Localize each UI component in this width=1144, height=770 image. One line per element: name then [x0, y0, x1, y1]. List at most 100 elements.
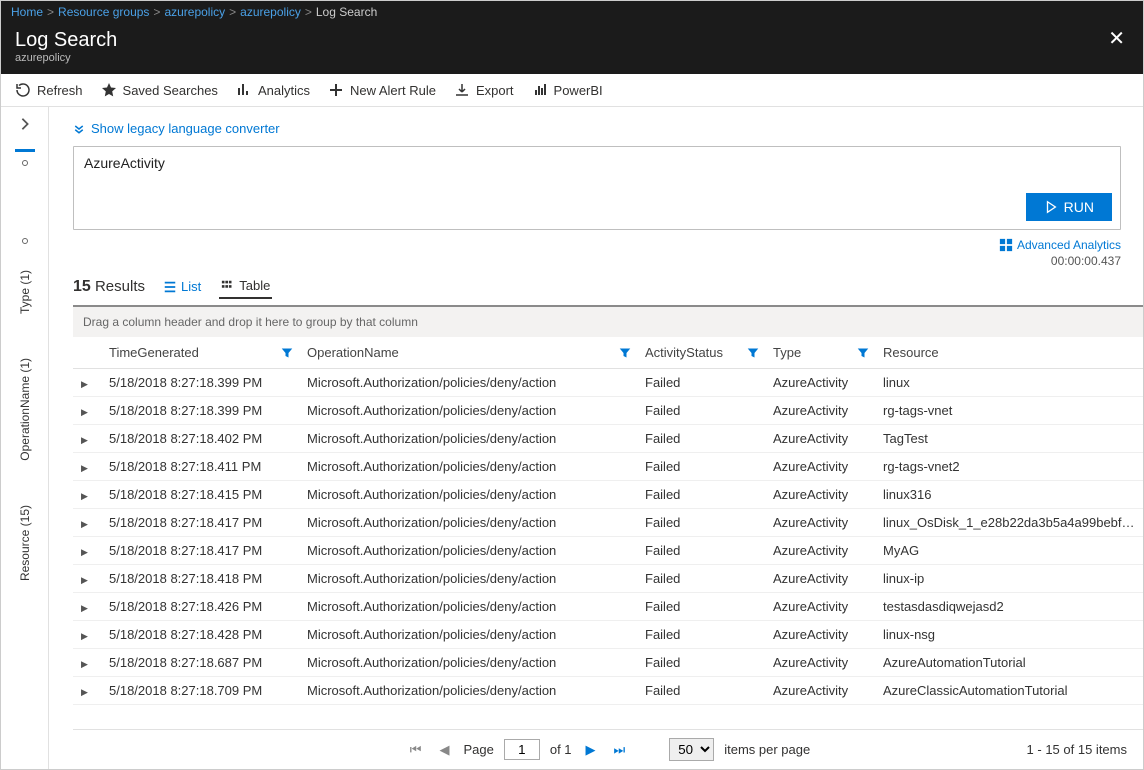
table-row[interactable]: 5/18/2018 8:27:18.426 PMMicrosoft.Author…	[73, 593, 1143, 621]
expand-row-button[interactable]	[81, 683, 88, 698]
expand-rail-button[interactable]	[14, 113, 36, 135]
table-row[interactable]: 5/18/2018 8:27:18.399 PMMicrosoft.Author…	[73, 397, 1143, 425]
column-header[interactable]: Resource	[875, 337, 1143, 369]
chevrons-down-icon	[73, 123, 85, 135]
cell-res: linux	[875, 369, 1143, 397]
export-label: Export	[476, 83, 514, 98]
table-row[interactable]: 5/18/2018 8:27:18.709 PMMicrosoft.Author…	[73, 677, 1143, 705]
pager-last-button[interactable]: ⏭	[610, 740, 630, 760]
pager-perpage-label: items per page	[724, 742, 810, 757]
expand-row-button[interactable]	[81, 599, 88, 614]
saved-searches-button[interactable]: Saved Searches	[101, 82, 218, 98]
pager-page-input[interactable]	[504, 739, 540, 760]
table-row[interactable]: 5/18/2018 8:27:18.411 PMMicrosoft.Author…	[73, 453, 1143, 481]
breadcrumb-link[interactable]: azurepolicy	[164, 5, 225, 19]
cell-op: Microsoft.Authorization/policies/deny/ac…	[299, 677, 637, 705]
expand-row-button[interactable]	[81, 543, 88, 558]
results-label: Results	[95, 278, 145, 295]
cell-res: rg-tags-vnet	[875, 397, 1143, 425]
query-editor[interactable]: AzureActivity RUN	[73, 146, 1121, 230]
query-duration: 00:00:00.437	[1051, 254, 1121, 268]
chevron-right-icon	[18, 117, 32, 131]
expand-row-button[interactable]	[81, 403, 88, 418]
expand-row-button[interactable]	[81, 375, 88, 390]
filter-icon[interactable]	[619, 347, 631, 359]
expand-row-button[interactable]	[81, 431, 88, 446]
expand-row-button[interactable]	[81, 459, 88, 474]
cell-type: AzureActivity	[765, 621, 875, 649]
breadcrumb-link[interactable]: azurepolicy	[240, 5, 301, 19]
cell-time: 5/18/2018 8:27:18.428 PM	[101, 621, 299, 649]
column-label: ActivityStatus	[645, 345, 723, 360]
column-header[interactable]: ActivityStatus	[637, 337, 765, 369]
cell-op: Microsoft.Authorization/policies/deny/ac…	[299, 649, 637, 677]
star-icon	[101, 82, 117, 98]
table-row[interactable]: 5/18/2018 8:27:18.428 PMMicrosoft.Author…	[73, 621, 1143, 649]
filter-icon[interactable]	[281, 347, 293, 359]
pager-prev-button[interactable]: ◀	[435, 740, 453, 760]
cell-status: Failed	[637, 565, 765, 593]
cell-time: 5/18/2018 8:27:18.709 PM	[101, 677, 299, 705]
table-row[interactable]: 5/18/2018 8:27:18.402 PMMicrosoft.Author…	[73, 425, 1143, 453]
legacy-converter-link[interactable]: Show legacy language converter	[73, 121, 1143, 136]
analytics-icon	[236, 82, 252, 98]
cell-type: AzureActivity	[765, 481, 875, 509]
results-count: 15 Results	[73, 278, 145, 296]
column-label: OperationName	[307, 345, 399, 360]
pager-first-button[interactable]: ⏮	[406, 740, 426, 760]
export-button[interactable]: Export	[454, 82, 514, 98]
cell-time: 5/18/2018 8:27:18.411 PM	[101, 453, 299, 481]
rail-handle-icon	[22, 238, 28, 244]
expand-row-button[interactable]	[81, 655, 88, 670]
facet-tab-operationname[interactable]: OperationName (1)	[16, 340, 34, 479]
new-alert-button[interactable]: New Alert Rule	[328, 82, 436, 98]
facet-tab-resource[interactable]: Resource (15)	[16, 487, 34, 599]
group-drop-hint[interactable]: Drag a column header and drop it here to…	[73, 307, 1143, 337]
cell-status: Failed	[637, 453, 765, 481]
cell-res: rg-tags-vnet2	[875, 453, 1143, 481]
table-row[interactable]: 5/18/2018 8:27:18.417 PMMicrosoft.Author…	[73, 509, 1143, 537]
view-list-button[interactable]: List	[161, 275, 203, 298]
column-header[interactable]: Type	[765, 337, 875, 369]
filter-icon[interactable]	[857, 347, 869, 359]
expand-row-button[interactable]	[81, 627, 88, 642]
run-label: RUN	[1064, 199, 1094, 215]
cell-op: Microsoft.Authorization/policies/deny/ac…	[299, 565, 637, 593]
query-text[interactable]: AzureActivity	[74, 147, 1120, 179]
advanced-analytics-link[interactable]: Advanced Analytics	[999, 238, 1121, 252]
table-row[interactable]: 5/18/2018 8:27:18.415 PMMicrosoft.Author…	[73, 481, 1143, 509]
refresh-button[interactable]: Refresh	[15, 82, 83, 98]
cell-status: Failed	[637, 397, 765, 425]
pager-size-select[interactable]: 50	[669, 738, 714, 761]
cell-res: linux_OsDisk_1_e28b22da3b5a4a99bebf4d2d	[875, 509, 1143, 537]
breadcrumb-link[interactable]: Resource groups	[58, 5, 149, 19]
breadcrumb-link[interactable]: Home	[11, 5, 43, 19]
run-button[interactable]: RUN	[1026, 193, 1112, 221]
table-row[interactable]: 5/18/2018 8:27:18.687 PMMicrosoft.Author…	[73, 649, 1143, 677]
cell-type: AzureActivity	[765, 509, 875, 537]
expand-row-button[interactable]	[81, 487, 88, 502]
cell-type: AzureActivity	[765, 677, 875, 705]
expand-row-button[interactable]	[81, 571, 88, 586]
cell-type: AzureActivity	[765, 397, 875, 425]
facet-tab-type[interactable]: Type (1)	[16, 252, 34, 332]
powerbi-button[interactable]: PowerBI	[532, 82, 603, 98]
column-label: Resource	[883, 345, 939, 360]
column-header[interactable]: OperationName	[299, 337, 637, 369]
cell-op: Microsoft.Authorization/policies/deny/ac…	[299, 369, 637, 397]
analytics-button[interactable]: Analytics	[236, 82, 310, 98]
table-row[interactable]: 5/18/2018 8:27:18.417 PMMicrosoft.Author…	[73, 537, 1143, 565]
table-row[interactable]: 5/18/2018 8:27:18.418 PMMicrosoft.Author…	[73, 565, 1143, 593]
close-icon[interactable]: ✕	[1104, 29, 1129, 49]
column-label: Type	[773, 345, 801, 360]
table-row[interactable]: 5/18/2018 8:27:18.399 PMMicrosoft.Author…	[73, 369, 1143, 397]
filter-icon[interactable]	[747, 347, 759, 359]
cell-type: AzureActivity	[765, 453, 875, 481]
cell-time: 5/18/2018 8:27:18.687 PM	[101, 649, 299, 677]
cell-res: TagTest	[875, 425, 1143, 453]
view-table-button[interactable]: Table	[219, 274, 272, 299]
column-header[interactable]: TimeGenerated	[101, 337, 299, 369]
expand-row-button[interactable]	[81, 515, 88, 530]
pager-next-button[interactable]: ▶	[582, 740, 600, 760]
new-alert-label: New Alert Rule	[350, 83, 436, 98]
